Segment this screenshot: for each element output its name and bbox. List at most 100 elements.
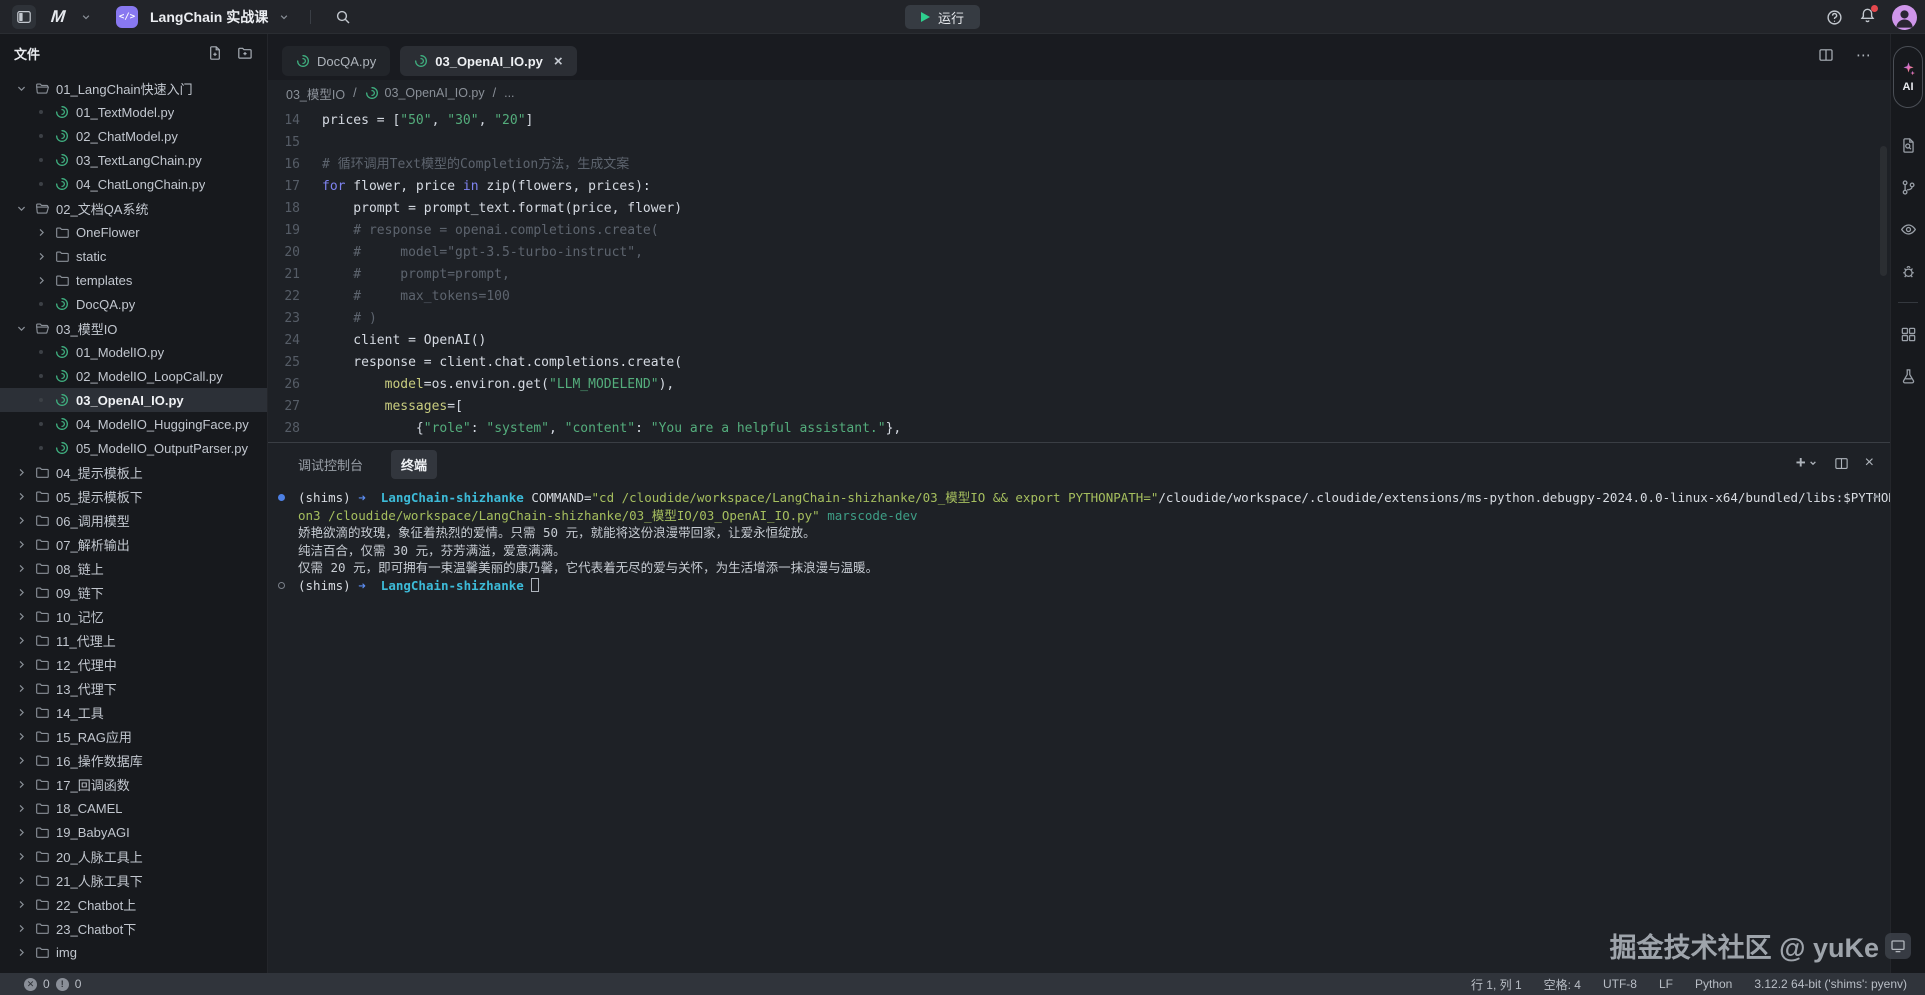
tree-item[interactable]: 16_操作数据库: [0, 748, 267, 772]
close-tab-icon[interactable]: ×: [554, 54, 563, 69]
code-line[interactable]: 26 model=os.environ.get("LLM_MODELEND"),: [268, 374, 1890, 396]
editor-tab[interactable]: DocQA.py: [282, 46, 390, 76]
tree-item[interactable]: 02_ModelIO_LoopCall.py: [0, 364, 267, 388]
close-panel-icon[interactable]: ×: [1865, 454, 1874, 472]
toggle-sidebar-button[interactable]: [12, 5, 36, 29]
code-line[interactable]: 14prices = ["50", "30", "20"]: [268, 110, 1890, 132]
code-line[interactable]: 25 response = client.chat.completions.cr…: [268, 352, 1890, 374]
tree-item[interactable]: 11_代理上: [0, 628, 267, 652]
tree-item[interactable]: 08_链上: [0, 556, 267, 580]
errors-icon[interactable]: ✕: [24, 978, 37, 991]
ai-assistant-button[interactable]: AI: [1893, 46, 1923, 108]
tree-item[interactable]: DocQA.py: [0, 292, 267, 316]
split-editor-icon[interactable]: [1818, 46, 1834, 64]
source-control-button[interactable]: [1893, 172, 1923, 202]
avatar[interactable]: [1892, 5, 1917, 30]
code-line[interactable]: 17for flower, price in zip(flowers, pric…: [268, 176, 1890, 198]
scroll-up-icon[interactable]: [1871, 491, 1882, 502]
tree-item[interactable]: 01_TextModel.py: [0, 100, 267, 124]
tree-item[interactable]: 14_工具: [0, 700, 267, 724]
code-line[interactable]: 15: [268, 132, 1890, 154]
breadcrumb-separator: /: [493, 86, 496, 100]
code-line[interactable]: 21 # prompt=prompt,: [268, 264, 1890, 286]
tree-item[interactable]: 01_LangChain快速入门: [0, 76, 267, 100]
tree-item[interactable]: 04_ChatLongChain.py: [0, 172, 267, 196]
tree-item[interactable]: 12_代理中: [0, 652, 267, 676]
tree-item[interactable]: 17_回调函数: [0, 772, 267, 796]
warnings-count[interactable]: 0: [75, 977, 82, 991]
statusbar-item[interactable]: Python: [1695, 977, 1732, 991]
tree-item[interactable]: img: [0, 940, 267, 964]
code-line[interactable]: 22 # max_tokens=100: [268, 286, 1890, 308]
tree-item[interactable]: templates: [0, 268, 267, 292]
tree-item[interactable]: 10_记忆: [0, 604, 267, 628]
chevron-down-icon[interactable]: [80, 11, 92, 23]
tree-item[interactable]: 22_Chatbot上: [0, 892, 267, 916]
debug-button[interactable]: [1893, 256, 1923, 286]
test-button[interactable]: [1893, 361, 1923, 391]
tree-item[interactable]: 05_提示模板下: [0, 484, 267, 508]
tree-item[interactable]: 07_解析输出: [0, 532, 267, 556]
tree-item[interactable]: 06_调用模型: [0, 508, 267, 532]
code-editor[interactable]: 14prices = ["50", "30", "20"]1516# 循环调用T…: [268, 106, 1890, 442]
code-line[interactable]: 18 prompt = prompt_text.format(price, fl…: [268, 198, 1890, 220]
editor-tab[interactable]: 03_OpenAI_IO.py×: [400, 46, 576, 76]
warnings-icon[interactable]: !: [56, 978, 69, 991]
more-actions-icon[interactable]: ⋯: [1856, 46, 1872, 64]
code-line[interactable]: 28 {"role": "system", "content": "You ar…: [268, 418, 1890, 440]
tree-item[interactable]: OneFlower: [0, 220, 267, 244]
tree-item[interactable]: 18_CAMEL: [0, 796, 267, 820]
notifications-button[interactable]: [1859, 7, 1876, 27]
tree-item[interactable]: static: [0, 244, 267, 268]
tree-item[interactable]: 20_人脉工具上: [0, 844, 267, 868]
modified-dot: [34, 422, 48, 426]
panel-tab[interactable]: 调试控制台: [288, 450, 373, 479]
tree-item[interactable]: 09_链下: [0, 580, 267, 604]
code-line[interactable]: 24 client = OpenAI(): [268, 330, 1890, 352]
tree-item[interactable]: 04_ModelIO_HuggingFace.py: [0, 412, 267, 436]
tree-item[interactable]: 13_代理下: [0, 676, 267, 700]
breadcrumb-item[interactable]: 03_OpenAI_IO.py: [365, 86, 485, 100]
tree-item[interactable]: 03_模型IO: [0, 316, 267, 340]
editor-scrollbar[interactable]: [1880, 146, 1887, 276]
new-folder-icon[interactable]: [237, 45, 253, 61]
workspace-title[interactable]: LangChain 实战课: [150, 7, 268, 27]
tree-item[interactable]: 04_提示模板上: [0, 460, 267, 484]
tree-item[interactable]: 03_TextLangChain.py: [0, 148, 267, 172]
code-line[interactable]: 27 messages=[: [268, 396, 1890, 418]
tree-item[interactable]: 05_ModelIO_OutputParser.py: [0, 436, 267, 460]
statusbar-item[interactable]: 空格: 4: [1544, 976, 1581, 993]
tree-item[interactable]: 03_OpenAI_IO.py: [0, 388, 267, 412]
tree-item[interactable]: 01_ModelIO.py: [0, 340, 267, 364]
extensions-button[interactable]: [1893, 319, 1923, 349]
search-button[interactable]: [331, 5, 355, 29]
new-file-icon[interactable]: [207, 45, 223, 61]
help-icon[interactable]: [1826, 9, 1843, 26]
run-button[interactable]: 运行: [905, 5, 980, 29]
tree-item[interactable]: 23_Chatbot下: [0, 916, 267, 940]
tree-item[interactable]: 19_BabyAGI: [0, 820, 267, 844]
errors-count[interactable]: 0: [43, 977, 50, 991]
code-line[interactable]: 23 # ): [268, 308, 1890, 330]
code-line[interactable]: 20 # model="gpt-3.5-turbo-instruct",: [268, 242, 1890, 264]
statusbar-item[interactable]: LF: [1659, 977, 1673, 991]
code-line[interactable]: 19 # response = openai.completions.creat…: [268, 220, 1890, 242]
tree-item[interactable]: 02_ChatModel.py: [0, 124, 267, 148]
statusbar-item[interactable]: 行 1, 列 1: [1471, 976, 1522, 993]
statusbar-item[interactable]: 3.12.2 64-bit ('shims': pyenv): [1754, 977, 1907, 991]
marscode-logo-menu[interactable]: M: [46, 5, 70, 29]
preview-button[interactable]: [1893, 214, 1923, 244]
code-line[interactable]: 16# 循环调用Text模型的Completion方法，生成文案: [268, 154, 1890, 176]
tree-item[interactable]: 15_RAG应用: [0, 724, 267, 748]
split-terminal-icon[interactable]: [1834, 456, 1849, 471]
breadcrumb-item[interactable]: 03_模型IO: [286, 84, 345, 103]
chevron-down-icon[interactable]: [278, 11, 290, 23]
new-terminal-button[interactable]: +: [1796, 453, 1818, 473]
tree-item[interactable]: 02_文档QA系统: [0, 196, 267, 220]
panel-tab[interactable]: 终端: [391, 450, 437, 479]
breadcrumb-item[interactable]: ...: [504, 86, 514, 100]
statusbar-item[interactable]: UTF-8: [1603, 977, 1637, 991]
tree-item[interactable]: 21_人脉工具下: [0, 868, 267, 892]
file-search-button[interactable]: [1893, 130, 1923, 160]
terminal[interactable]: (shims) ➜ LangChain-shizhanke COMMAND="c…: [268, 485, 1890, 973]
